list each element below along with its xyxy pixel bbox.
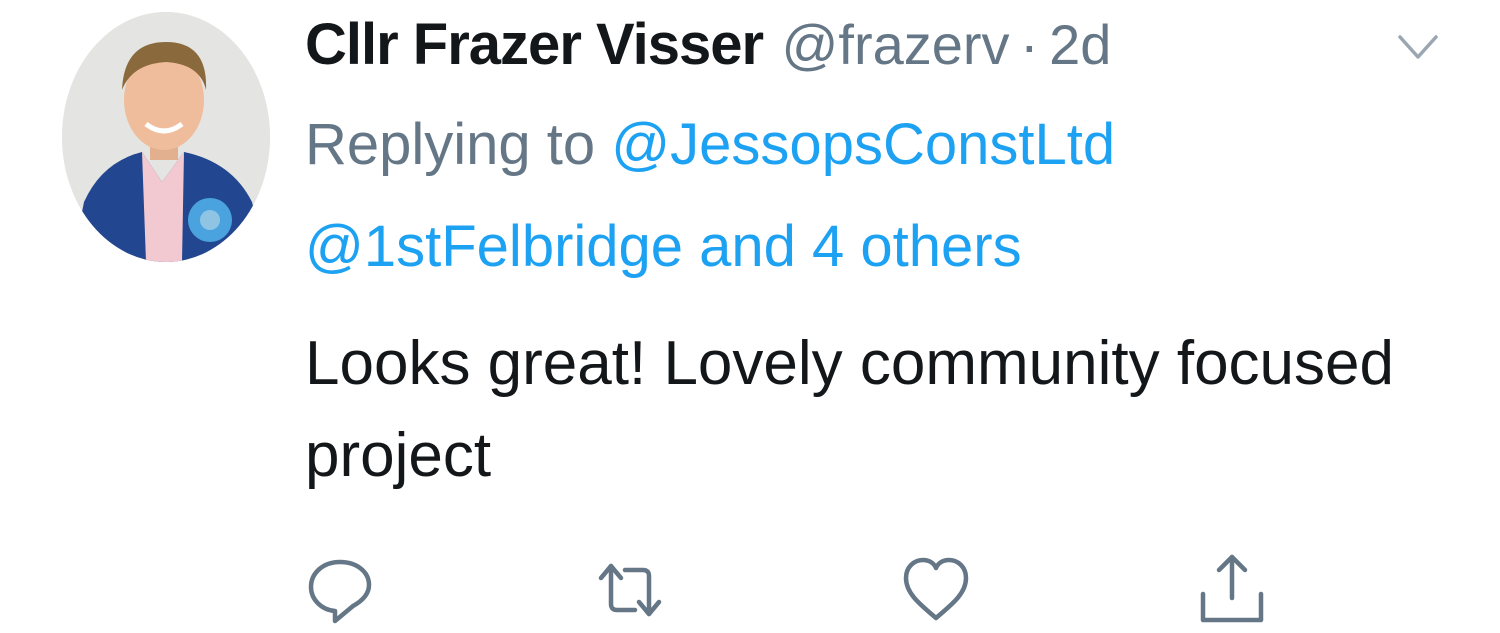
- replying-to: Replying to @JessopsConstLtd: [305, 110, 1115, 180]
- avatar-photo: [62, 12, 270, 262]
- author-name[interactable]: Cllr Frazer Visser: [305, 12, 764, 77]
- timestamp[interactable]: 2d: [1049, 13, 1111, 76]
- separator-dot: ·: [1020, 13, 1039, 76]
- mention-link[interactable]: @JessopsConstLtd: [611, 112, 1115, 177]
- heart-icon: [903, 557, 969, 621]
- mention-link-others[interactable]: @1stFelbridge and 4 others: [305, 214, 1022, 279]
- replying-to-label: Replying to: [305, 112, 596, 177]
- reply-icon: [308, 559, 372, 624]
- retweet-button[interactable]: [595, 552, 665, 628]
- share-icon: [1200, 554, 1264, 623]
- tweet[interactable]: Cllr Frazer Visser @frazerv · 2d Replyin…: [0, 0, 1500, 630]
- retweet-icon: [598, 563, 662, 617]
- tweet-text: Looks great! Lovely community focused pr…: [305, 329, 1394, 490]
- author-handle[interactable]: @frazerv: [782, 13, 1010, 76]
- tweet-header: Cllr Frazer Visser @frazerv · 2d: [305, 10, 1111, 95]
- share-button[interactable]: [1197, 552, 1267, 628]
- tweet-actions: [305, 552, 1305, 628]
- chevron-down-icon[interactable]: [1395, 26, 1441, 66]
- like-button[interactable]: [901, 552, 971, 628]
- replying-to-more: @1stFelbridge and 4 others: [305, 212, 1022, 282]
- reply-button[interactable]: [305, 552, 375, 628]
- avatar[interactable]: [62, 12, 270, 262]
